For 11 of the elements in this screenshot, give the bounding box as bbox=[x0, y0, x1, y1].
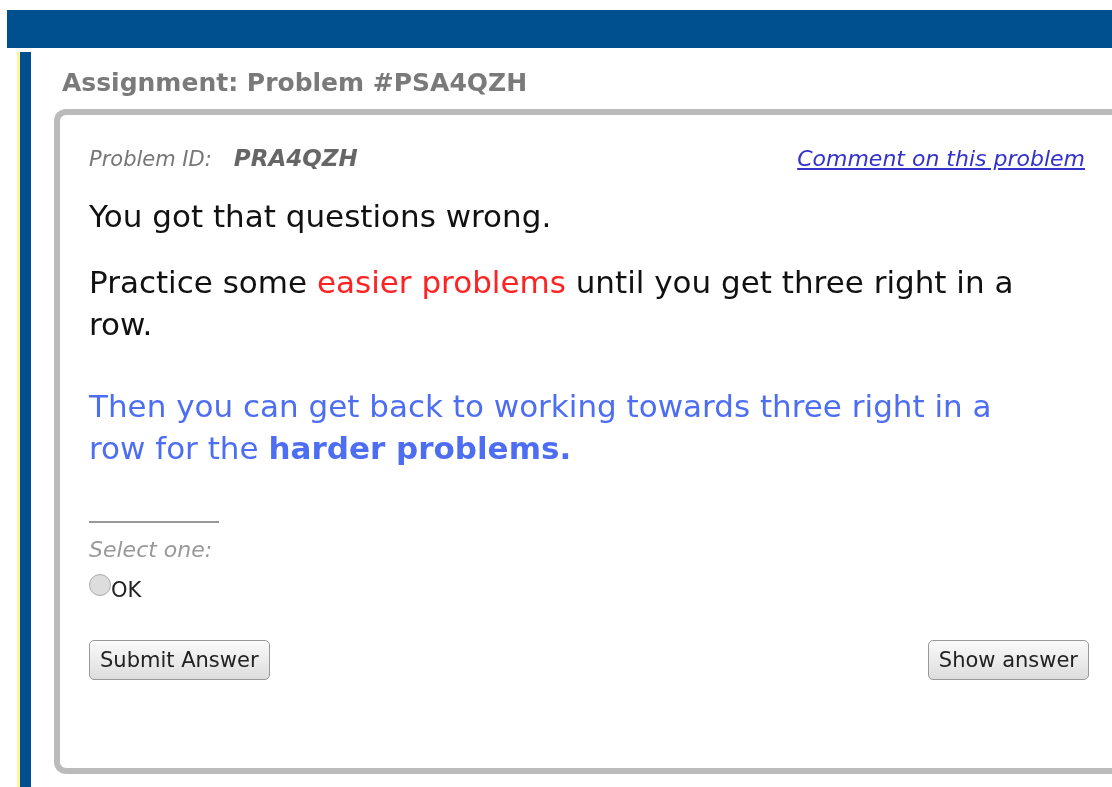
message-text: Practice some easier problems until you get three right in a row. bbox=[89, 263, 1015, 344]
select-prompt: Select one: bbox=[89, 537, 214, 562]
page-title: Assignment: Problem #PSA4QZH bbox=[62, 68, 529, 97]
problem-id-label: Problem ID: bbox=[89, 147, 212, 171]
comment-link[interactable]: Comment on this problem bbox=[797, 146, 1085, 171]
action-button[interactable]: Submit Answer bbox=[89, 640, 270, 680]
message-text: You got that questions wrong. bbox=[89, 197, 553, 236]
option-label: OK bbox=[111, 578, 142, 602]
action-button[interactable]: Show answer bbox=[927, 640, 1089, 680]
message-text: Then you can get back to working towards three right in a row for the harder problems. bbox=[89, 387, 993, 468]
problem-id: PRA4QZH bbox=[233, 145, 358, 171]
